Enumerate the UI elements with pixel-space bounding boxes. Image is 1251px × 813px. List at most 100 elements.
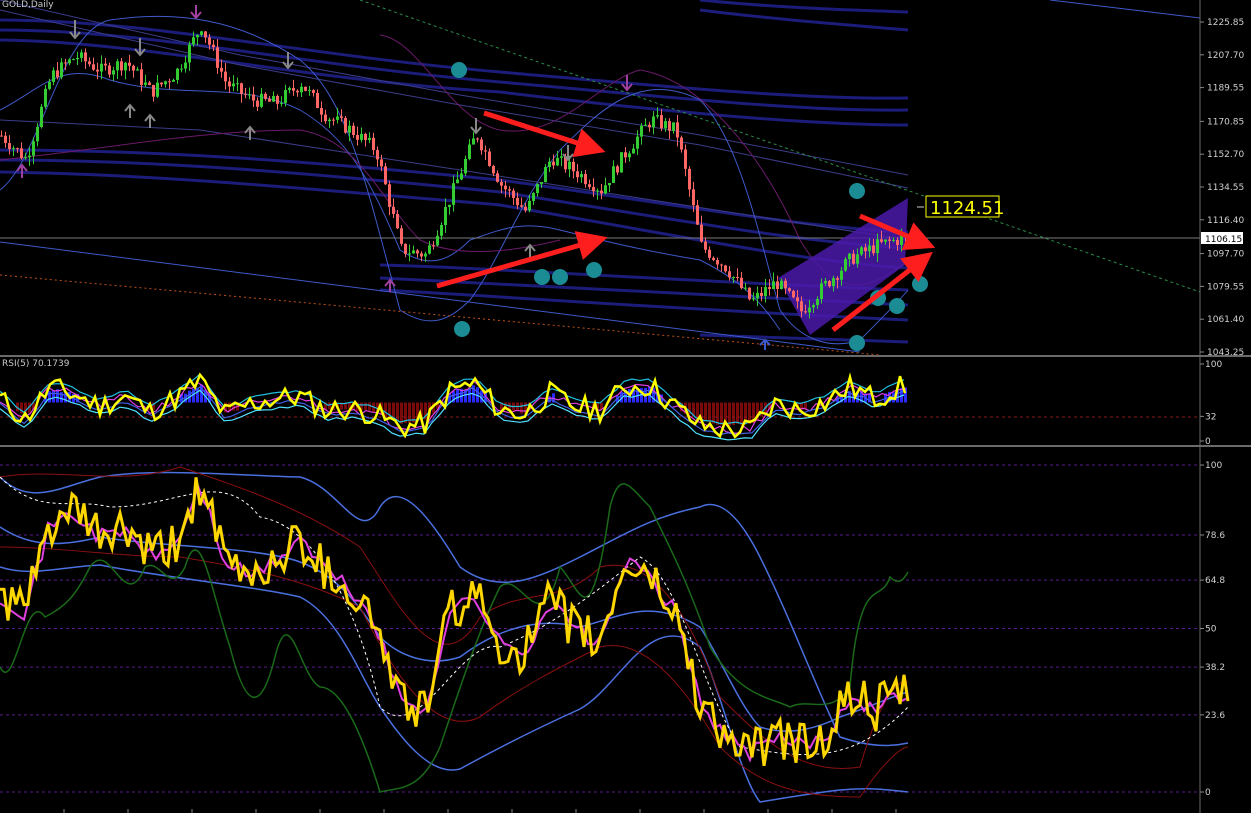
candle-body (96, 69, 99, 72)
candle-body (40, 106, 43, 127)
candle-body (532, 193, 535, 201)
osc-tick-label: 78.6 (1205, 531, 1225, 541)
time-ticks (63, 809, 897, 813)
candle-body (156, 82, 159, 97)
candle-body (676, 122, 679, 138)
candle-body (776, 281, 779, 289)
rsi-hist-bar (548, 396, 551, 403)
candle-body (752, 298, 755, 300)
candle-body (732, 276, 735, 278)
candle-body (240, 83, 243, 94)
candle-body (340, 116, 343, 118)
candle-body (308, 90, 311, 92)
candle-body (656, 115, 659, 117)
candle-body (576, 171, 579, 178)
candle-body (268, 98, 271, 102)
candle-body (588, 184, 591, 188)
upper-trendline (1049, 0, 1201, 19)
candle-body (248, 94, 251, 96)
candle-body (260, 93, 263, 107)
candle-body (524, 206, 527, 211)
candle-body (624, 152, 627, 158)
candle-body (476, 138, 479, 140)
osc-tick-label: 100 (1205, 461, 1222, 471)
rsi-hist-bar (520, 402, 523, 414)
candle-body (324, 114, 327, 122)
candle-body (820, 283, 823, 300)
osc-tick-label: 50 (1205, 625, 1217, 635)
candle-body (636, 136, 639, 149)
candle-body (808, 307, 811, 313)
rsi-hist-bar (720, 402, 723, 425)
candle-body (368, 137, 371, 141)
candle-body (384, 166, 387, 185)
price-chart[interactable]: 1225.85 1207.70 1189.55 1170.85 1152.70 1134.… (0, 0, 1251, 355)
candle-body (708, 249, 711, 258)
oscillator-panel[interactable]: 100 78.6 64.8 50 38.2 23.6 0 (0, 447, 1251, 813)
osc-green-line (0, 483, 909, 793)
candle-body (680, 137, 683, 150)
candle-body (284, 90, 287, 103)
candle-body (312, 90, 315, 94)
candle-body (736, 276, 739, 278)
candle-body (328, 119, 331, 122)
price-tick-label: 1189.55 (1207, 84, 1244, 94)
candle-body (164, 81, 167, 85)
candle-body (216, 47, 219, 68)
candle-body (724, 265, 727, 272)
candle-body (392, 206, 395, 214)
candle-body (492, 166, 495, 174)
candle-body (684, 149, 687, 169)
candle-body (888, 239, 891, 241)
candle-body (264, 93, 267, 99)
candle-body (120, 61, 123, 71)
candle-body (844, 259, 847, 271)
candle-body (44, 88, 47, 107)
candle-body (4, 135, 7, 144)
candle-body (400, 228, 403, 244)
candle-body (596, 190, 599, 192)
candle-body (64, 62, 67, 64)
rsi-chart[interactable]: 100 32 0 (0, 357, 1251, 445)
candle-body (36, 126, 39, 142)
price-tick-label: 1043.25 (1207, 348, 1244, 355)
candle-body (152, 84, 155, 97)
rsi-label-text: RSI(5) 70.1739 (2, 359, 70, 369)
candle-body (688, 168, 691, 190)
candle-body (740, 277, 743, 289)
candle-body (728, 271, 731, 278)
oscillator-chart[interactable]: 100 78.6 64.8 50 38.2 23.6 0 (0, 447, 1251, 813)
candle-body (188, 44, 191, 63)
rsi-hist-bar (364, 402, 367, 411)
candle-body (52, 70, 55, 82)
rsi-panel[interactable]: 100 32 0 RSI(5) 70.1739 (0, 357, 1251, 445)
candle-body (712, 257, 715, 260)
price-tick-label: 1207.70 (1207, 51, 1244, 61)
rsi-hist-bar (732, 402, 735, 426)
symbol-text: GOLD,Daily (2, 0, 54, 10)
osc-axis: 100 78.6 64.8 50 38.2 23.6 0 (1200, 461, 1225, 798)
candle-body (432, 245, 435, 247)
candle-body (376, 150, 379, 160)
candle-body (644, 124, 647, 126)
candle-body (664, 121, 667, 129)
candle-body (780, 280, 783, 289)
candle-body (784, 280, 787, 289)
candle-body (436, 235, 439, 246)
candle-body (640, 125, 643, 137)
price-tick-label: 1061.40 (1207, 315, 1244, 325)
price-panel[interactable]: 1225.85 1207.70 1189.55 1170.85 1152.70 1134.… (0, 0, 1251, 355)
candle-body (852, 253, 855, 264)
candle-body (80, 52, 83, 58)
price-tick-label: 1097.70 (1207, 250, 1244, 260)
candle-body (228, 81, 231, 87)
candle-body (612, 166, 615, 183)
candle-body (348, 125, 351, 133)
candle-body (12, 148, 15, 150)
candle-body (184, 62, 187, 69)
candle-body (444, 207, 447, 226)
candle-body (616, 166, 619, 173)
candle-body (132, 65, 135, 71)
rsi-label: RSI(5) 70.1739 (2, 359, 69, 369)
price-tick-label: 1079.55 (1207, 282, 1244, 292)
